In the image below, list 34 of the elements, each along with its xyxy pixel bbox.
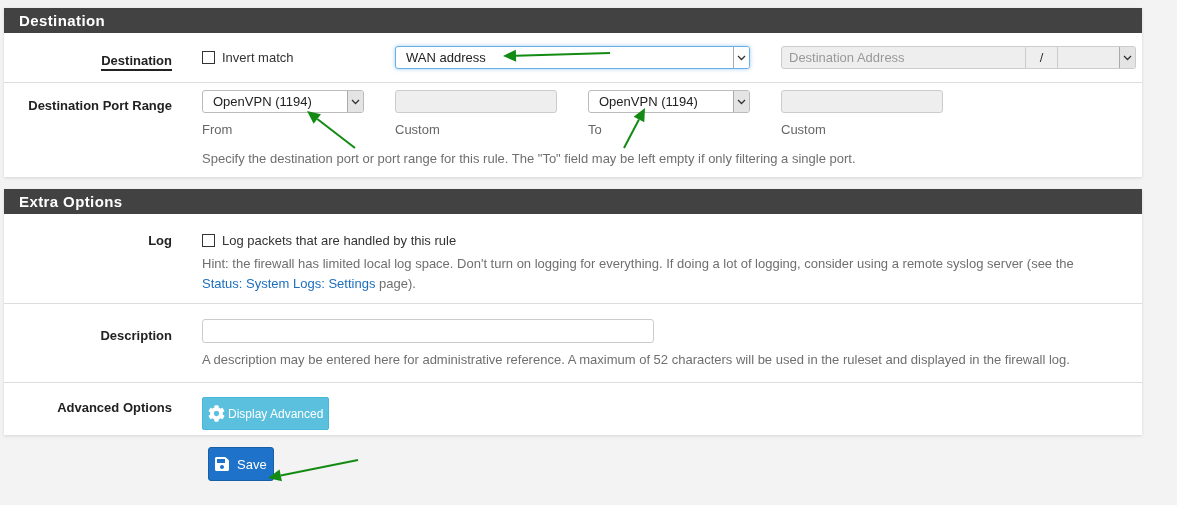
checkbox-box[interactable] — [202, 234, 215, 247]
caret-icon — [1119, 47, 1135, 68]
field-caption: Custom — [395, 122, 440, 137]
settings-link[interactable]: Status: System Logs: Settings — [202, 276, 376, 291]
input-field[interactable] — [202, 319, 654, 343]
field-label: Log — [148, 233, 172, 249]
field-caption: To — [588, 122, 602, 137]
arrow — [623, 108, 645, 149]
caret-icon — [347, 91, 363, 112]
arrow — [307, 111, 356, 149]
help-text: Specify the destination port or port range for this rule. The "To" field may be left empty if only filtering a single port. — [202, 150, 857, 168]
checkbox-box[interactable] — [202, 51, 215, 64]
caret-icon — [733, 91, 749, 112]
save-button[interactable]: Save — [208, 447, 274, 481]
select-field[interactable]: OpenVPN (1194) — [202, 90, 364, 113]
separator-text: / — [1039, 50, 1044, 65]
section-title: Extra Options — [4, 189, 1142, 214]
checkbox[interactable]: Invert match — [202, 50, 364, 65]
checkbox[interactable]: Log packets that are handled by this rule — [202, 233, 1142, 248]
help-text: Hint: the firewall has limited local log space. Don't turn on logging for everything. If doing a lot of logging, consider using a remote syslog server (see the Status: System Logs: Settings page). — [202, 255, 1075, 293]
field-label: Destination Port Range — [28, 98, 172, 114]
select-field[interactable]: OpenVPN (1194) — [588, 90, 750, 113]
field-label: Advanced Options — [57, 400, 172, 416]
select-field[interactable]: WAN address — [395, 46, 750, 69]
field-label: Description — [100, 328, 172, 344]
field-caption: From — [202, 122, 233, 137]
save-icon — [214, 456, 230, 472]
mask-select[interactable] — [1058, 46, 1136, 69]
gear-icon — [208, 405, 225, 422]
field-label: Destination — [101, 53, 172, 71]
section-title: Destination — [4, 8, 1142, 33]
field-caption: Custom — [781, 122, 826, 137]
help-text: A description may be entered here for administrative reference. A maximum of 52 characters will be used in the ruleset and displayed in the firewall log. — [202, 351, 1071, 369]
caret-icon — [733, 47, 749, 68]
